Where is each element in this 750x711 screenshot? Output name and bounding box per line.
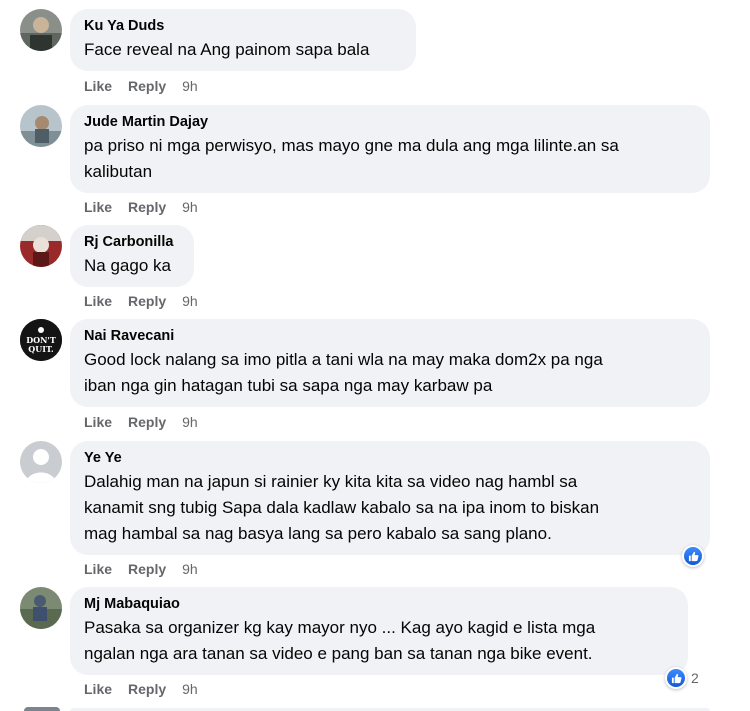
comment-text-line: Dalahig man na japun si rainier ky kita …: [84, 472, 578, 491]
reply-button[interactable]: Reply: [128, 680, 166, 698]
comment-text: Face reveal na Ang painom sapa bala: [84, 40, 370, 59]
like-button[interactable]: Like: [84, 413, 112, 431]
like-button[interactable]: Like: [84, 198, 112, 216]
comment-text-line: Pasaka sa organizer kg kay mayor nyo ...…: [84, 618, 596, 637]
comment-text-line: kalibutan: [84, 162, 153, 181]
comment-bubble: Ku Ya Duds Face reveal na Ang painom sap…: [70, 9, 416, 71]
reaction-count: 2: [691, 670, 699, 686]
comment-timestamp[interactable]: 9h: [182, 198, 198, 216]
reply-button[interactable]: Reply: [128, 198, 166, 216]
comment-actions: Like Reply 9h: [84, 560, 198, 578]
reaction-badge: [682, 545, 704, 567]
avatar: [24, 707, 60, 711]
comment-timestamp[interactable]: 9h: [182, 292, 198, 310]
avatar[interactable]: [20, 441, 62, 483]
comment-timestamp[interactable]: 9h: [182, 77, 198, 95]
comment-bubble: Mj Mabaquiao Pasaka sa organizer kg kay …: [70, 587, 688, 675]
like-button[interactable]: Like: [84, 77, 112, 95]
comment-actions: Like Reply 9h: [84, 292, 198, 310]
avatar[interactable]: [20, 105, 62, 147]
comment-timestamp[interactable]: 9h: [182, 413, 198, 431]
avatar[interactable]: [20, 225, 62, 267]
comment-bubble: Nai Ravecani Good lock nalang sa imo pit…: [70, 319, 710, 407]
reply-button[interactable]: Reply: [128, 560, 166, 578]
comment-text-line: Good lock nalang sa imo pitla a tani wla…: [84, 350, 603, 369]
commenter-name[interactable]: Mj Mabaquiao: [84, 595, 674, 614]
commenter-name[interactable]: Rj Carbonilla: [84, 233, 180, 252]
commenter-name[interactable]: Nai Ravecani: [84, 327, 696, 346]
comment-text-line: mag hambal sa nag basya lang sa pero kab…: [84, 524, 552, 543]
like-icon: [684, 547, 702, 565]
reaction-badge: [665, 667, 687, 689]
commenter-name[interactable]: Ye Ye: [84, 449, 696, 468]
avatar[interactable]: DON'T QUIT.: [20, 319, 62, 361]
comment-text-line: pa priso ni mga perwisyo, mas mayo gne m…: [84, 136, 619, 155]
like-icon: [667, 669, 685, 687]
avatar[interactable]: [20, 9, 62, 51]
reply-button[interactable]: Reply: [128, 413, 166, 431]
like-button[interactable]: Like: [84, 680, 112, 698]
like-button[interactable]: Like: [84, 292, 112, 310]
comment-actions: Like Reply 9h: [84, 77, 198, 95]
comment-text-line: iban nga gin hatagan tubi sa sapa nga ma…: [84, 376, 493, 395]
comment-bubble: Rj Carbonilla Na gago ka: [70, 225, 194, 287]
comment-actions: Like Reply 9h: [84, 413, 198, 431]
next-comment-partial: [0, 703, 750, 711]
commenter-name[interactable]: Ku Ya Duds: [84, 17, 402, 36]
reply-button[interactable]: Reply: [128, 292, 166, 310]
comment-actions: Like Reply 9h: [84, 198, 198, 216]
comment-timestamp[interactable]: 9h: [182, 680, 198, 698]
avatar-text: QUIT.: [28, 344, 54, 354]
reply-button[interactable]: Reply: [128, 77, 166, 95]
comment-text-line: kanamit sng tubig Sapa dala kadlaw kabal…: [84, 498, 600, 517]
comment-bubble: Ye Ye Dalahig man na japun si rainier ky…: [70, 441, 710, 555]
reaction-summary[interactable]: [682, 545, 704, 567]
commenter-name[interactable]: Jude Martin Dajay: [84, 113, 696, 132]
comment-bubble: Jude Martin Dajay pa priso ni mga perwis…: [70, 105, 710, 193]
comment-timestamp[interactable]: 9h: [182, 560, 198, 578]
comment-text-line: ngalan nga ara tanan sa video e pang ban…: [84, 644, 593, 663]
reaction-summary[interactable]: 2: [665, 667, 699, 689]
comment-text: Na gago ka: [84, 256, 171, 275]
avatar[interactable]: [20, 587, 62, 629]
like-button[interactable]: Like: [84, 560, 112, 578]
comment-actions: Like Reply 9h: [84, 680, 198, 698]
